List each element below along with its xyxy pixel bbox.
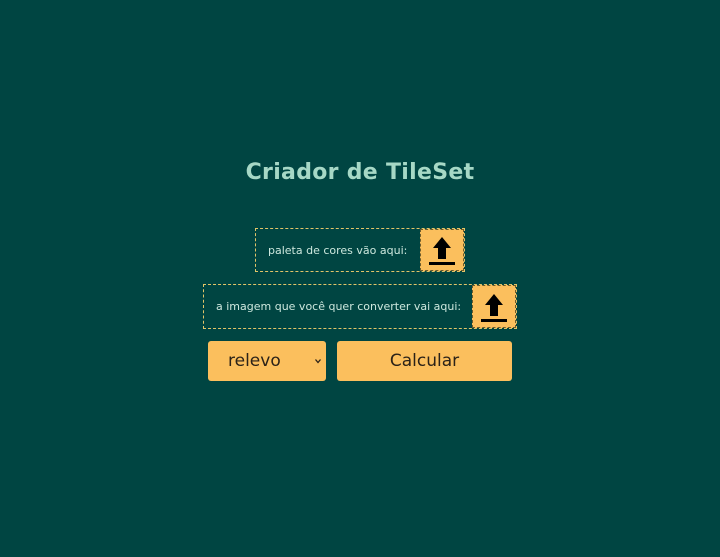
image-upload-field: a imagem que você quer converter vai aqu… [203,284,517,329]
palette-upload-field: paleta de cores vão aqui: [255,228,465,272]
image-upload-label: a imagem que você quer converter vai aqu… [216,300,462,313]
upload-arrow-icon [429,237,455,265]
image-upload-button[interactable] [472,285,516,328]
mode-select-value: relevo [228,351,281,371]
calculate-button[interactable]: Calcular [337,341,512,381]
page-title: Criador de TileSet [245,160,475,185]
palette-upload-label: paleta de cores vão aqui: [268,243,408,257]
mode-select[interactable]: relevo [208,341,326,381]
palette-upload-button[interactable] [420,229,464,271]
chevron-down-icon [314,357,326,365]
upload-arrow-icon [481,293,507,322]
